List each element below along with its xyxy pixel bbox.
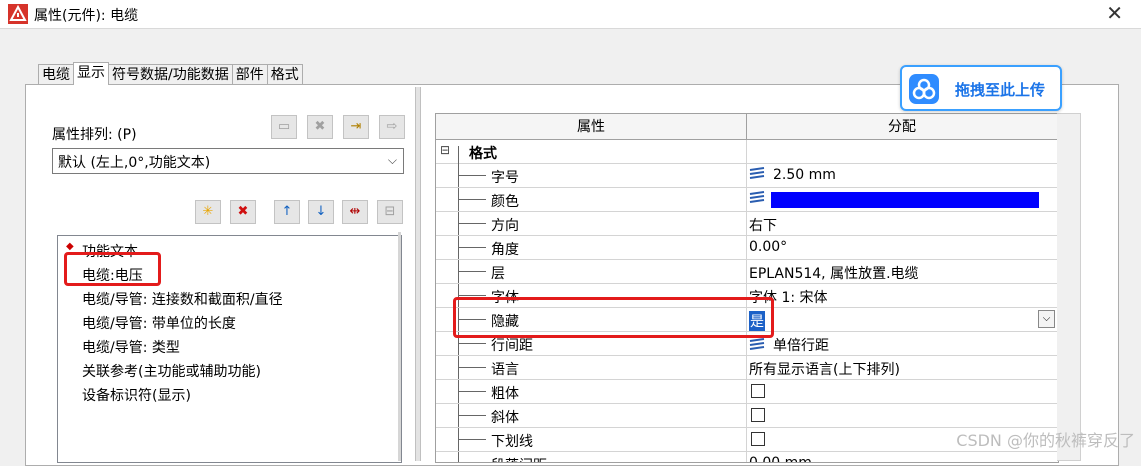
- property-value: EPLAN514, 属性放置.电缆: [749, 266, 919, 282]
- window-title: 属性(元件): 电缆: [34, 8, 139, 24]
- property-name: 角度: [491, 242, 519, 258]
- move-up-icon[interactable]: ↑: [274, 200, 300, 224]
- table-row[interactable]: 层 EPLAN514, 属性放置.电缆: [436, 260, 1058, 284]
- layers-icon: [749, 167, 765, 179]
- layers-icon: [749, 191, 765, 203]
- property-name: 语言: [491, 362, 519, 378]
- list-item[interactable]: 电缆/导管: 连接数和截面积/直径: [82, 289, 283, 309]
- column-header-value[interactable]: 分配: [747, 114, 1058, 140]
- move-down-icon[interactable]: ↓: [308, 200, 334, 224]
- save-icon[interactable]: ▭: [271, 115, 297, 139]
- list-item[interactable]: 电缆/导管: 类型: [82, 337, 180, 357]
- italic-checkbox[interactable]: [751, 408, 765, 422]
- title-bar: 属性(元件): 电缆 ✕: [0, 0, 1141, 29]
- property-grid[interactable]: 属性 分配 ⊟ 格式 字号 2.50 mm 颜色 方向 右下 角度 0.00° …: [435, 113, 1059, 463]
- layers-icon: [749, 338, 765, 350]
- sort-select[interactable]: 默认 (左上,0°,功能文本) ⌵: [52, 148, 404, 174]
- tab-display[interactable]: 显示: [73, 62, 109, 85]
- table-row[interactable]: 角度 0.00°: [436, 236, 1058, 260]
- new-property-icon[interactable]: ✳: [195, 200, 221, 224]
- color-swatch[interactable]: [771, 192, 1039, 208]
- property-value: 所有显示语言(上下排列): [749, 362, 900, 378]
- property-value: 右下: [749, 218, 777, 234]
- property-name: 行间距: [491, 338, 533, 354]
- list-scrollbar[interactable]: [398, 232, 401, 461]
- table-row[interactable]: 斜体: [436, 404, 1058, 428]
- property-name: 颜色: [491, 194, 519, 210]
- close-icon[interactable]: ✕: [1106, 2, 1123, 24]
- sort-select-value: 默认 (左上,0°,功能文本): [58, 155, 211, 171]
- column-header-property[interactable]: 属性: [436, 114, 747, 140]
- delete-scheme-icon[interactable]: ✖: [307, 115, 333, 139]
- list-item[interactable]: 关联参考(主功能或辅助功能): [82, 361, 261, 381]
- table-row[interactable]: 颜色: [436, 188, 1058, 212]
- group-row[interactable]: ⊟ 格式: [436, 140, 1058, 164]
- property-name: 方向: [491, 218, 519, 234]
- tab-cable[interactable]: 电缆: [38, 64, 74, 85]
- grid-scrollbar[interactable]: [1057, 113, 1081, 461]
- property-name: 段落间距: [491, 455, 547, 462]
- group-label: 格式: [469, 146, 497, 162]
- table-row[interactable]: 方向 右下: [436, 212, 1058, 236]
- property-name: 字号: [491, 170, 519, 186]
- tab-symbol-function-data[interactable]: 符号数据/功能数据: [108, 64, 233, 85]
- list-marker-icon: ◆: [66, 241, 74, 252]
- chevron-down-icon[interactable]: ⌵: [1038, 310, 1055, 328]
- highlight-box: [64, 252, 161, 286]
- table-row[interactable]: 段落间距 0.00 mm: [436, 452, 1058, 463]
- panel-splitter[interactable]: [415, 87, 421, 461]
- list-item[interactable]: 电缆/导管: 带单位的长度: [82, 313, 236, 333]
- table-row[interactable]: 字号 2.50 mm: [436, 164, 1058, 188]
- table-row[interactable]: 粗体: [436, 380, 1058, 404]
- property-value: 2.50 mm: [773, 167, 836, 183]
- property-name: 下划线: [491, 434, 533, 450]
- export-icon[interactable]: ⇨: [379, 115, 405, 139]
- delete-property-icon[interactable]: ✖: [230, 200, 256, 224]
- upload-button-label: 拖拽至此上传: [955, 81, 1046, 99]
- tab-bar: 电缆 显示 符号数据/功能数据 部件 格式: [38, 62, 303, 85]
- cloud-upload-icon: [909, 74, 939, 104]
- property-name: 斜体: [491, 410, 519, 426]
- underline-checkbox[interactable]: [751, 432, 765, 446]
- list-item[interactable]: 设备标识符(显示): [82, 385, 191, 405]
- table-row[interactable]: 语言 所有显示语言(上下排列): [436, 356, 1058, 380]
- watermark: CSDN @你的秋裤穿反了: [956, 431, 1135, 450]
- highlight-box: [453, 297, 774, 338]
- property-value: 单倍行距: [773, 338, 829, 354]
- merge-icon[interactable]: ⊟: [377, 200, 403, 224]
- tab-format[interactable]: 格式: [266, 64, 303, 85]
- property-name: 层: [491, 266, 505, 282]
- collapse-icon[interactable]: ⊟: [440, 143, 450, 157]
- upload-button[interactable]: 拖拽至此上传: [900, 65, 1062, 111]
- property-value: 0.00 mm: [749, 455, 812, 463]
- property-name: 粗体: [491, 386, 519, 402]
- split-icon[interactable]: ⇹: [342, 200, 368, 224]
- property-value: 0.00°: [749, 239, 788, 255]
- chevron-down-icon: ⌵: [387, 153, 397, 167]
- bold-checkbox[interactable]: [751, 384, 765, 398]
- sort-label: 属性排列: (P): [52, 127, 137, 143]
- tab-parts[interactable]: 部件: [231, 64, 268, 85]
- app-logo-icon: [8, 4, 28, 24]
- import-icon[interactable]: ⇥: [343, 115, 369, 139]
